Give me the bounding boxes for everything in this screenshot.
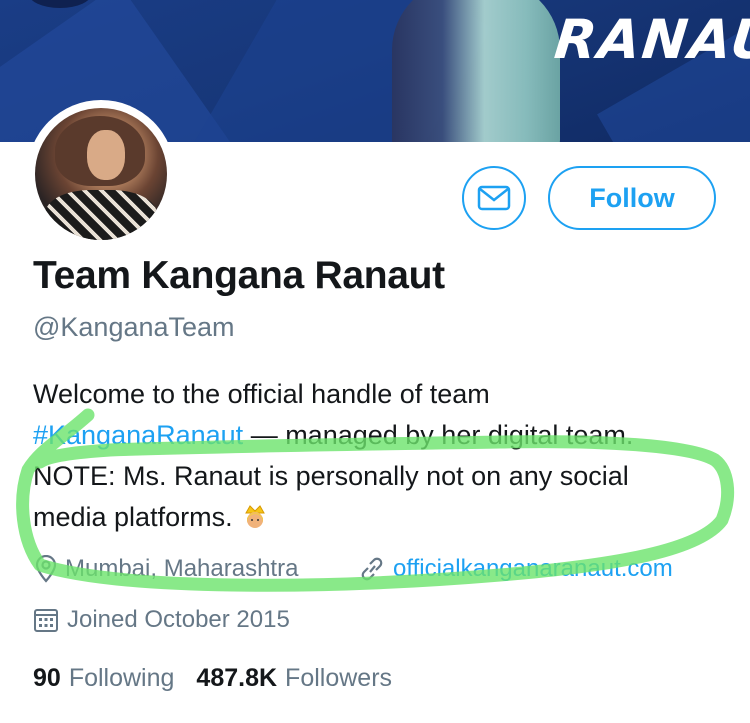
bio-line: NOTE: Ms. Ranaut is personally not on an… [33,461,629,491]
following-label: Following [68,664,175,692]
follow-button[interactable]: Follow [548,166,716,230]
following-count: 90 [33,664,61,692]
website[interactable]: officialkanganaranaut.com [357,555,673,583]
link-icon [361,557,383,581]
bio: Welcome to the official handle of team #… [33,374,733,538]
followers-count: 487.8K [196,664,278,692]
follow-stats: 90 Following 487.8K Followers [33,664,414,693]
followers-link[interactable]: 487.8K Followers [196,664,392,693]
avatar-photo [35,108,167,240]
display-name: Team Kangana Ranaut [33,254,445,297]
mail-icon [477,185,511,211]
location-text: Mumbai, Maharashtra [65,555,299,582]
bio-line: #KanganaRanaut — managed by her digital … [33,415,733,456]
bio-text: — managed by her digital team. [243,420,634,450]
bio-line: Welcome to the official handle of team [33,379,490,409]
avatar[interactable] [27,100,175,248]
join-date: Joined October 2015 [33,606,290,634]
crown-emoji-icon [245,505,265,528]
message-button[interactable] [462,166,526,230]
following-link[interactable]: 90 Following [33,664,174,693]
bio-text: media platforms. [33,502,241,532]
followers-label: Followers [285,664,393,692]
join-date-text: Joined October 2015 [67,606,290,633]
location-pin-icon [35,555,57,583]
website-link[interactable]: officialkanganaranaut.com [393,555,673,583]
location: Mumbai, Maharashtra [33,555,298,583]
banner-text: RANAUT [551,8,750,71]
calendar-icon [34,609,58,632]
username: @KanganaTeam [33,312,235,342]
banner-photo [392,0,560,142]
banner-shape [28,0,92,8]
hashtag-link[interactable]: #KanganaRanaut [33,420,243,450]
bio-line: media platforms. [33,497,733,538]
